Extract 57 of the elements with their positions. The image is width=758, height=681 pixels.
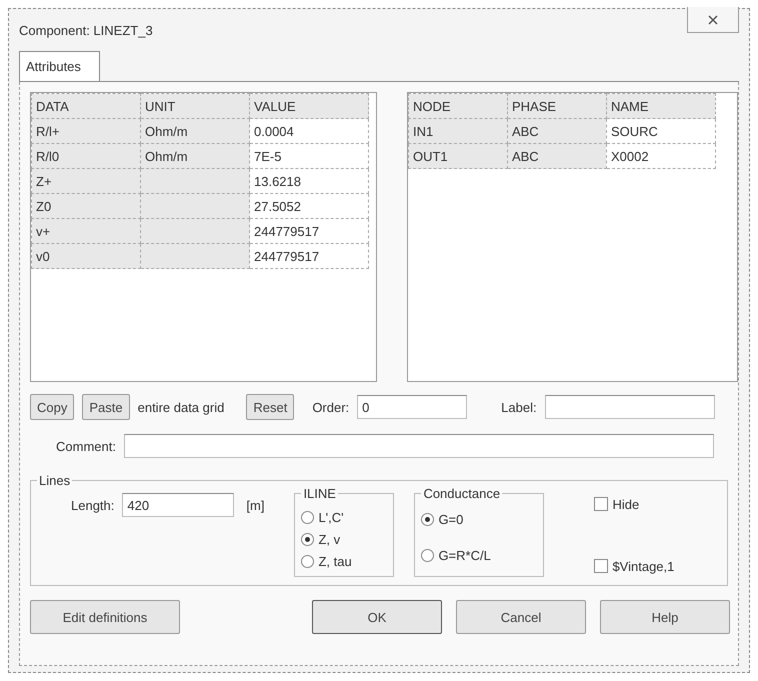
group-title: Lines bbox=[37, 473, 72, 488]
table-cell: Z0 bbox=[32, 194, 140, 218]
radio-option[interactable]: G=R*C/L bbox=[421, 544, 538, 566]
grid-note: entire data grid bbox=[138, 400, 224, 414]
column-header: NAME bbox=[606, 94, 716, 118]
table-cell: Z+ bbox=[32, 168, 140, 194]
column-header: DATA bbox=[32, 94, 140, 118]
table-cell[interactable]: 27.5052 bbox=[250, 194, 368, 218]
table-cell: ABC bbox=[507, 144, 606, 168]
order-field[interactable]: 0 bbox=[357, 395, 468, 419]
table-cell: Ohm/m bbox=[140, 118, 250, 144]
length-label: Length: bbox=[71, 498, 114, 512]
help-button[interactable]: Help bbox=[600, 600, 730, 634]
copy-button[interactable]: Copy bbox=[30, 394, 74, 420]
table-cell[interactable]: 7E-5 bbox=[250, 144, 368, 168]
group-title: ILINE bbox=[301, 486, 338, 501]
radio-option[interactable]: Z, tau bbox=[301, 550, 388, 572]
order-label: Order: bbox=[312, 400, 350, 414]
table-cell: v+ bbox=[32, 218, 140, 244]
radio-option[interactable]: Z, v bbox=[301, 528, 388, 550]
cancel-button[interactable]: Cancel bbox=[456, 600, 586, 634]
table-cell: ABC bbox=[507, 118, 606, 144]
table-cell: Ohm/m bbox=[140, 144, 250, 168]
ok-button[interactable]: OK bbox=[312, 600, 442, 634]
paste-button[interactable]: Paste bbox=[82, 394, 130, 420]
table-cell[interactable]: SOURC bbox=[606, 118, 716, 144]
table-cell: v0 bbox=[32, 244, 140, 268]
reset-button[interactable]: Reset bbox=[246, 394, 294, 420]
checkbox-option[interactable]: $Vintage,1 bbox=[594, 555, 674, 577]
comment-label: Comment: bbox=[56, 438, 116, 454]
table-cell: R/l0 bbox=[32, 144, 140, 168]
tab[interactable]: Attributes bbox=[19, 51, 100, 81]
table-cell: IN1 bbox=[408, 118, 508, 144]
column-header: PHASE bbox=[507, 94, 606, 118]
label-field[interactable] bbox=[544, 395, 715, 419]
close-icon bbox=[708, 14, 718, 24]
table-cell[interactable]: 244779517 bbox=[250, 218, 368, 244]
comment-field[interactable] bbox=[124, 434, 714, 458]
table-cell[interactable]: 244779517 bbox=[250, 244, 368, 268]
edit-definitions-button[interactable]: Edit definitions bbox=[30, 600, 180, 634]
label-label: Label: bbox=[501, 400, 537, 414]
table-cell: OUT1 bbox=[408, 144, 508, 168]
window-title: Component: LINEZT_3 bbox=[19, 23, 153, 38]
radio-option[interactable]: G=0 bbox=[421, 508, 538, 530]
table-cell[interactable]: 0.0004 bbox=[250, 118, 368, 144]
group-title: Conductance bbox=[421, 486, 502, 501]
radio-option[interactable]: L',C' bbox=[301, 506, 388, 528]
unit-label: [m] bbox=[246, 498, 264, 512]
close-button[interactable] bbox=[687, 7, 739, 33]
column-header: NODE bbox=[408, 94, 508, 118]
column-header: UNIT bbox=[140, 94, 250, 118]
table-cell[interactable]: X0002 bbox=[606, 144, 716, 168]
checkbox-option[interactable]: Hide bbox=[594, 493, 674, 515]
table-cell: R/l+ bbox=[32, 118, 140, 144]
column-header: VALUE bbox=[250, 94, 368, 118]
table-cell[interactable]: 13.6218 bbox=[250, 168, 368, 194]
length-field[interactable]: 420 bbox=[122, 493, 234, 517]
